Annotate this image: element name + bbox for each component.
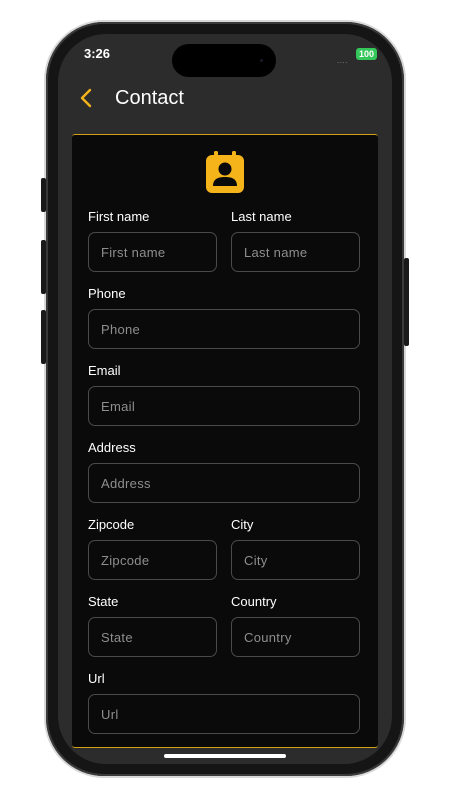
url-label: Url [88, 671, 105, 686]
last-name-input[interactable] [231, 232, 360, 272]
state-input[interactable] [88, 617, 217, 657]
address-label: Address [88, 440, 136, 455]
contact-card-icon [206, 151, 244, 193]
camera-dot [260, 59, 263, 62]
phone-input[interactable] [88, 309, 360, 349]
silent-switch [41, 178, 46, 212]
volume-down-button [41, 310, 46, 364]
contact-form-card: First name Last name Phone Email Address… [72, 134, 378, 748]
last-name-label: Last name [231, 209, 292, 224]
address-input[interactable] [88, 463, 360, 503]
chevron-left-icon [80, 88, 92, 108]
email-label: Email [88, 363, 121, 378]
zipcode-input[interactable] [88, 540, 217, 580]
signal-icon: .... [337, 56, 348, 65]
back-button[interactable] [74, 84, 98, 112]
city-input[interactable] [231, 540, 360, 580]
first-name-input[interactable] [88, 232, 217, 272]
state-label: State [88, 594, 119, 609]
volume-up-button [41, 240, 46, 294]
status-time: 3:26 [84, 46, 111, 61]
first-name-label: First name [88, 209, 150, 224]
power-button [404, 258, 409, 346]
page-title: Contact [115, 87, 184, 109]
zipcode-label: Zipcode [88, 517, 135, 532]
country-input[interactable] [231, 617, 360, 657]
city-label: City [231, 517, 254, 532]
screen: 3:26 .... 100 Contact First name Last na… [58, 34, 392, 764]
url-input[interactable] [88, 694, 360, 734]
battery-badge: 100 [356, 48, 377, 60]
country-label: Country [231, 594, 277, 609]
phone-label: Phone [88, 286, 126, 301]
home-indicator[interactable] [164, 754, 286, 758]
email-input[interactable] [88, 386, 360, 426]
